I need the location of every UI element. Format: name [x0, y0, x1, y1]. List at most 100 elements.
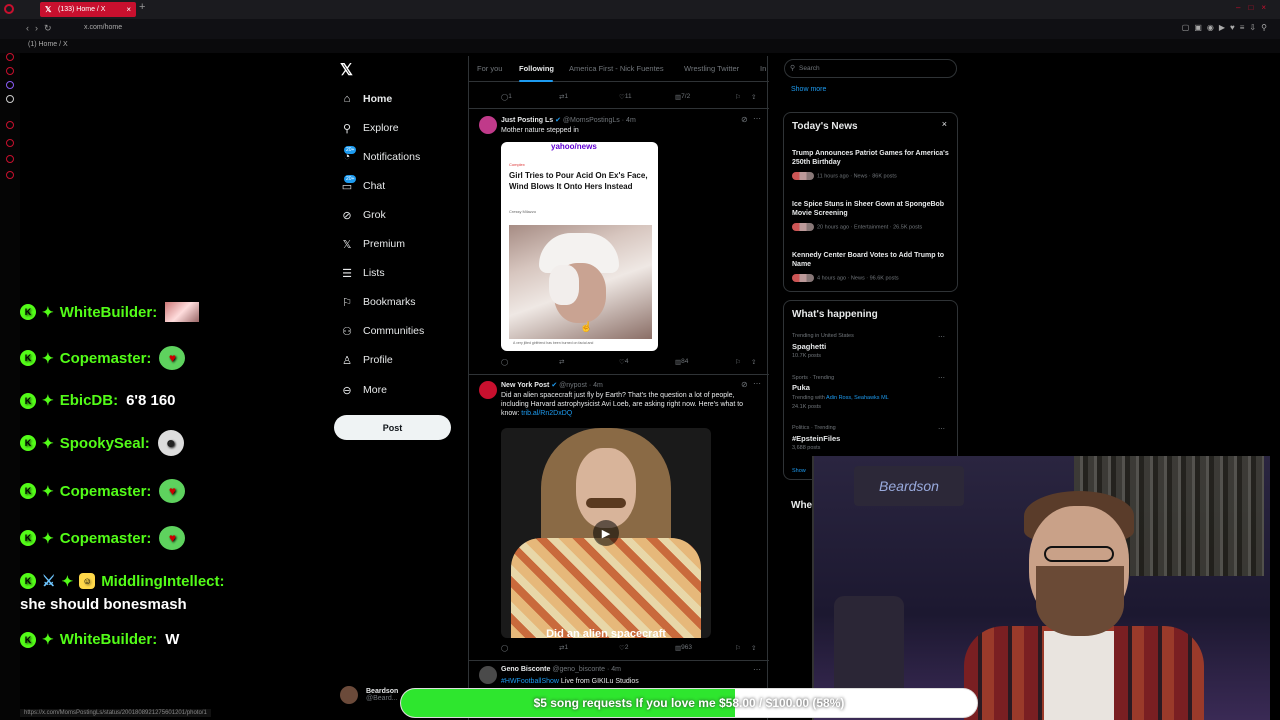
sidebar-app-icon[interactable] — [6, 67, 14, 75]
goal-text: $5 song requests If you love me $58.00 /… — [533, 696, 845, 710]
tweet-time[interactable]: 4m — [611, 666, 621, 673]
article-image[interactable]: yahoo/news Complex Girl Tries to Pour Ac… — [501, 142, 658, 351]
more-options-icon[interactable]: ⋯ — [938, 425, 945, 433]
nav-home[interactable]: ⌂ Home — [340, 87, 393, 111]
article-byline: Cressy Milazzo — [509, 209, 537, 214]
browser-logo-icon[interactable] — [4, 4, 14, 14]
author-name[interactable]: New York Post — [501, 382, 549, 389]
sword-badge-icon: ⚔ — [42, 573, 56, 590]
tab-overflow[interactable]: In — [760, 64, 766, 73]
window-controls[interactable]: –□× — [1236, 3, 1274, 12]
nav-premium[interactable]: 𝕏 Premium — [340, 232, 405, 256]
trend-name[interactable]: #EpsteinFiles — [792, 434, 840, 443]
settings-icon[interactable] — [6, 171, 14, 179]
hashtag-link[interactable]: #HWFootballShow — [501, 678, 559, 685]
news-headline[interactable]: Trump Announces Patriot Games for Americ… — [792, 149, 952, 167]
nav-lists[interactable]: ☰ Lists — [340, 261, 385, 285]
repost-button[interactable]: ⇄ 1 — [559, 644, 568, 652]
nav-buttons[interactable]: ‹›↻ — [26, 23, 58, 34]
like-button[interactable]: ♡ 11 — [619, 93, 632, 101]
like-button[interactable]: ♡ 2 — [619, 644, 628, 652]
nav-communities[interactable]: ⚇ Communities — [340, 319, 424, 343]
avatar[interactable] — [479, 116, 497, 134]
chat-username: Copemaster: — [59, 482, 152, 500]
nav-bookmarks[interactable]: ⚐ Bookmarks — [340, 290, 415, 314]
bookmark-item[interactable]: (1) Home / X — [28, 41, 68, 48]
tweet-link[interactable]: trib.al/Rn2DxDQ — [521, 410, 572, 417]
tab-wrestling-twitter[interactable]: Wrestling Twitter — [684, 64, 739, 73]
share-button[interactable]: ⇪ — [751, 93, 756, 101]
tweet-divider — [469, 660, 769, 661]
sidebar-app-icon[interactable] — [6, 121, 14, 129]
repost-button[interactable]: ⇄ 1 — [559, 93, 568, 101]
account-switcher[interactable]: Beardson @Beard... — [340, 686, 398, 704]
author-name[interactable]: Just Posting Ls — [501, 117, 553, 124]
post-button[interactable]: Post — [334, 415, 451, 440]
trend-count: 3,688 posts — [792, 445, 821, 451]
tweet-time[interactable]: 4m — [626, 117, 636, 124]
search-input[interactable]: ⚲ Search — [784, 59, 957, 78]
sidebar-app-icon[interactable] — [6, 155, 14, 163]
views-stat[interactable]: ▥ 7/2 — [675, 93, 690, 101]
show-more-link[interactable]: Show — [792, 468, 806, 474]
avatar[interactable] — [479, 381, 497, 399]
show-more-link[interactable]: Show more — [791, 86, 826, 93]
panel-title: What's happening — [792, 309, 878, 320]
avatar[interactable] — [479, 666, 497, 684]
author-handle[interactable]: @geno_bisconte — [552, 666, 605, 673]
toolbar-icons[interactable]: ▢▣◉▶♥≡⇩⚲ — [1182, 23, 1272, 32]
x-logo-icon[interactable]: 𝕏 — [340, 60, 353, 80]
tab-following[interactable]: Following — [519, 64, 554, 73]
news-headline[interactable]: Ice Spice Stuns in Sheer Gown at SpongeB… — [792, 200, 952, 218]
share-button[interactable]: ⇪ — [751, 358, 756, 366]
reply-button[interactable]: ◯ — [501, 358, 508, 366]
url-field[interactable]: x.com/home — [84, 24, 122, 31]
search-placeholder: Search — [799, 65, 820, 72]
kick-badge-icon: K — [20, 483, 36, 499]
views-stat[interactable]: ▥ 84 — [675, 358, 688, 366]
sidebar-app-icon[interactable] — [6, 139, 14, 147]
close-icon[interactable]: × — [942, 119, 947, 129]
browser-tab[interactable]: 𝕏 (133) Home / X × — [40, 2, 136, 17]
tab-for-you[interactable]: For you — [477, 64, 502, 73]
grok-analyze-icon[interactable]: ⊘ — [741, 115, 748, 124]
nav-chat[interactable]: ▭ 20+ Chat — [340, 174, 385, 198]
author-name[interactable]: Geno Bisconte — [501, 666, 550, 673]
news-headline[interactable]: Kennedy Center Board Votes to Add Trump … — [792, 251, 952, 269]
tab-america-first[interactable]: America First - Nick Fuentes — [569, 64, 664, 73]
sidebar-app-icon[interactable] — [6, 53, 14, 61]
sparkle-badge-icon: ✦ — [42, 482, 54, 499]
more-options-icon[interactable]: ⋯ — [938, 333, 945, 341]
nav-more[interactable]: ⊖ More — [340, 378, 387, 402]
grok-analyze-icon[interactable]: ⊘ — [741, 380, 748, 389]
reply-button[interactable]: ◯ — [501, 644, 508, 652]
nav-notifications[interactable]: ◔ 20+ Notifications — [340, 145, 420, 169]
twitch-icon[interactable] — [6, 81, 14, 89]
share-button[interactable]: ⇪ — [751, 644, 756, 652]
views-stat[interactable]: ▥ 963 — [675, 644, 692, 652]
reply-button[interactable]: ◯ 1 — [501, 93, 512, 101]
more-options-icon[interactable]: ⋯ — [753, 379, 761, 388]
bookmark-button[interactable]: ⚐ — [735, 93, 741, 101]
new-tab-icon[interactable]: + — [139, 1, 145, 13]
like-button[interactable]: ♡ 4 — [619, 358, 628, 366]
x-sidebar-icon[interactable] — [6, 95, 14, 103]
more-options-icon[interactable]: ⋯ — [938, 374, 945, 382]
nav-profile[interactable]: ♙ Profile — [340, 348, 393, 372]
bookmark-button[interactable]: ⚐ — [735, 358, 741, 366]
repost-button[interactable]: ⇄ — [559, 358, 564, 366]
more-options-icon[interactable]: ⋯ — [753, 114, 761, 123]
more-options-icon[interactable]: ⋯ — [753, 665, 761, 674]
play-icon[interactable]: ▶ — [593, 520, 619, 546]
tab-close-icon[interactable]: × — [126, 2, 131, 17]
nav-explore[interactable]: ⚲ Explore — [340, 116, 399, 140]
search-icon: ⚲ — [790, 65, 796, 72]
author-handle[interactable]: @nypost — [559, 382, 587, 389]
trend-name[interactable]: Spaghetti — [792, 342, 826, 351]
nav-grok[interactable]: ⊘ Grok — [340, 203, 385, 227]
bookmark-button[interactable]: ⚐ — [735, 644, 741, 652]
trend-name[interactable]: Puka — [792, 383, 810, 392]
tweet-time[interactable]: 4m — [593, 382, 603, 389]
author-handle[interactable]: @MomsPostingLs — [563, 117, 620, 124]
video-player[interactable]: ▶ Did an alien spacecraft — [501, 428, 711, 638]
